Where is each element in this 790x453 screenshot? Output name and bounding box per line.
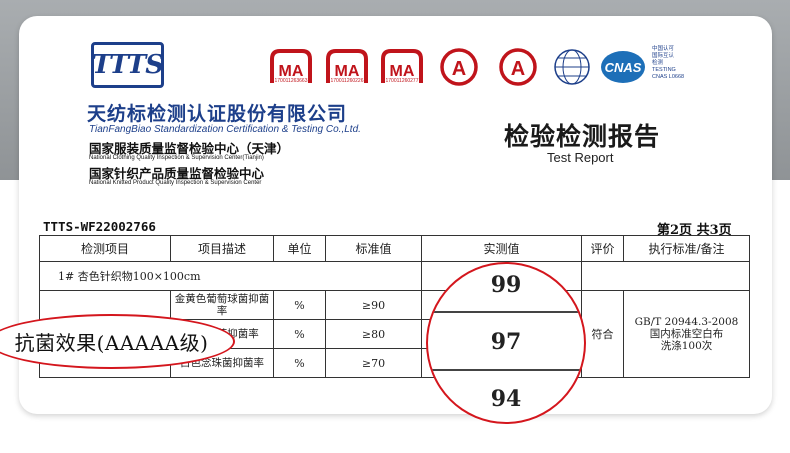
cma-code-2: 170011260226 xyxy=(330,78,364,84)
header-standard-value: 标准值 xyxy=(325,235,422,262)
ilac-mra-icon xyxy=(554,49,590,85)
cnas-caption-line4: TESTING xyxy=(652,67,676,73)
ttts-logo: TTTS xyxy=(91,42,164,88)
cma-code-1: 170011263663 xyxy=(274,78,308,84)
magnifier-divider-1 xyxy=(428,311,584,313)
standard-note-line2: 国内标准空白布 xyxy=(649,328,724,340)
item-description: 金黄色葡萄球菌抑菌率 xyxy=(170,290,274,320)
cma-code-3: 170011260277 xyxy=(385,78,419,84)
evaluation-cell: 符合 xyxy=(581,290,624,378)
measured-values-magnifier: 99 97 94 xyxy=(426,262,586,424)
cal-seal-1-text: A xyxy=(452,58,466,80)
header-evaluation: 评价 xyxy=(581,235,624,262)
report-number: TTTS-WF22002766 xyxy=(43,219,156,234)
cal-seal-2-icon: A xyxy=(499,48,537,86)
cnas-caption-line1: 中国认可 xyxy=(652,46,675,52)
header-standard-note: 执行标准/备注 xyxy=(623,235,750,262)
magnified-value-2: 97 xyxy=(490,329,522,355)
sample-description: 1# 杏色针织物100×100cm xyxy=(39,261,422,291)
standard-note-line3: 洗涤100次 xyxy=(660,340,713,352)
cal-seal-1-icon: A xyxy=(440,48,478,86)
standard-note-cell: GB/T 20944.3-2008 国内标准空白布 洗涤100次 xyxy=(623,290,750,378)
header-test-item: 检测项目 xyxy=(39,235,171,262)
header-unit: 单位 xyxy=(273,235,326,262)
cnas-caption-line3: 检测 xyxy=(652,60,664,66)
item-unit: % xyxy=(273,319,326,349)
item-standard: ≥80 xyxy=(325,319,422,349)
callout-text: 抗菌效果(AAAAA级) xyxy=(14,331,209,355)
magnified-value-1: 99 xyxy=(490,272,522,298)
company-name-cn: 天纺标检测认证股份有限公司 xyxy=(87,103,348,125)
magnifier-divider-2 xyxy=(428,369,584,371)
report-title-en: Test Report xyxy=(547,150,614,165)
item-standard: ≥70 xyxy=(325,348,422,378)
cnas-icon: CNAS xyxy=(601,51,645,83)
center2-name-en: National Knitted Product Quality Inspect… xyxy=(89,180,262,186)
item-standard: ≥90 xyxy=(325,290,422,320)
cal-seal-2-text: A xyxy=(511,58,525,80)
center1-name-en: National Clothing Quality Inspection & S… xyxy=(89,155,264,161)
header-description: 项目描述 xyxy=(170,235,274,262)
logo-text: TTTS xyxy=(92,50,164,80)
cnas-caption-line2: 国际互认 xyxy=(652,53,675,59)
cnas-caption-line5: CNAS L0668 xyxy=(652,74,685,80)
item-unit: % xyxy=(273,348,326,378)
magnified-value-3: 94 xyxy=(490,386,522,412)
sample-row: 1# 杏色针织物100×100cm xyxy=(39,261,750,291)
report-title-cn: 检验检测报告 xyxy=(504,122,661,151)
company-name-en: TianFangBiao Standardization Certificati… xyxy=(89,124,361,135)
standard-note-line1: GB/T 20944.3-2008 xyxy=(634,316,739,328)
header-measured-value: 实测值 xyxy=(421,235,582,262)
cnas-text: CNAS xyxy=(605,60,642,75)
sample-empty-cell xyxy=(581,261,750,291)
cnas-caption: 中国认可 国际互认 检测 TESTING CNAS L0668 xyxy=(652,46,684,81)
item-unit: % xyxy=(273,290,326,320)
table-header-row: 检测项目 项目描述 单位 标准值 实测值 评价 执行标准/备注 xyxy=(39,235,750,262)
